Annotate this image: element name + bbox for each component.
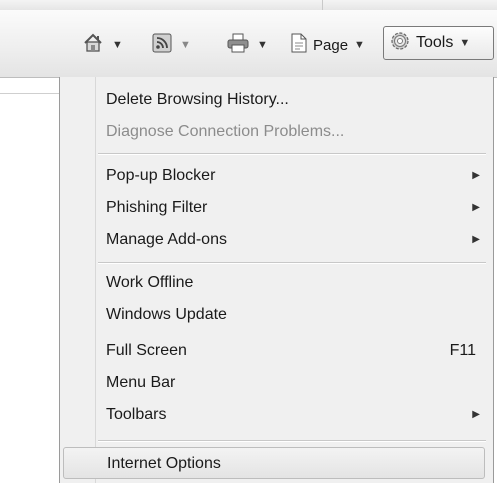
menu-item-label: Delete Browsing History... <box>106 91 289 108</box>
page-divider <box>0 93 60 94</box>
menu-item-internet-options[interactable]: Internet Options <box>63 447 485 479</box>
submenu-arrow-icon: ▶ <box>472 409 480 420</box>
shortcut-label: F11 <box>449 342 476 359</box>
chevron-down-icon[interactable]: ▼ <box>354 39 365 51</box>
chevron-down-icon[interactable]: ▼ <box>112 39 123 51</box>
feeds-button[interactable]: ▼ <box>152 32 191 58</box>
feeds-icon <box>152 33 172 58</box>
page-icon <box>290 33 308 57</box>
page-menu-label: Page <box>313 36 349 54</box>
chevron-down-icon[interactable]: ▼ <box>180 39 191 51</box>
menu-item-phishing-filter[interactable]: Phishing Filter ▶ <box>106 192 486 224</box>
page-content-area <box>0 78 60 483</box>
submenu-arrow-icon: ▶ <box>472 234 480 245</box>
menu-item-full-screen[interactable]: Full Screen F11 <box>106 335 486 367</box>
menu-item-label: Work Offline <box>106 274 194 291</box>
menu-item-toolbars[interactable]: Toolbars ▶ <box>106 399 486 431</box>
submenu-arrow-icon: ▶ <box>472 202 480 213</box>
menu-item-windows-update[interactable]: Windows Update <box>106 299 486 331</box>
tools-dropdown-menu: Delete Browsing History... Diagnose Conn… <box>59 77 494 483</box>
menu-item-label: Manage Add-ons <box>106 231 227 248</box>
gear-icon <box>389 30 411 57</box>
menu-item-popup-blocker[interactable]: Pop-up Blocker ▶ <box>106 160 486 192</box>
menu-item-label: Full Screen <box>106 342 187 359</box>
home-button[interactable]: ▼ <box>82 32 123 58</box>
chevron-down-icon[interactable]: ▼ <box>459 37 470 49</box>
menu-item-label: Menu Bar <box>106 374 176 391</box>
home-icon <box>82 32 104 59</box>
menu-item-label: Diagnose Connection Problems... <box>106 123 345 140</box>
menu-item-label: Windows Update <box>106 306 227 323</box>
menu-separator <box>98 153 486 155</box>
menu-separator <box>98 262 486 264</box>
command-bar: ▼ ▼ ▼ Page ▼ Tools ▼ <box>0 10 497 78</box>
menu-item-label: Toolbars <box>106 406 167 423</box>
tools-menu-button[interactable]: Tools ▼ <box>383 26 494 60</box>
menu-item-diagnose-connection-problems: Diagnose Connection Problems... <box>106 116 486 148</box>
print-button[interactable]: ▼ <box>227 32 268 58</box>
menu-item-label: Pop-up Blocker <box>106 167 216 184</box>
menu-icon-gutter <box>95 77 96 483</box>
print-icon <box>227 33 249 58</box>
menu-item-label: Phishing Filter <box>106 199 208 216</box>
menu-item-manage-addons[interactable]: Manage Add-ons ▶ <box>106 224 486 256</box>
menu-item-work-offline[interactable]: Work Offline <box>106 267 486 299</box>
tab-divider <box>322 0 323 10</box>
chevron-down-icon[interactable]: ▼ <box>257 39 268 51</box>
page-menu-button[interactable]: Page ▼ <box>290 32 365 58</box>
menu-item-delete-browsing-history[interactable]: Delete Browsing History... <box>106 84 486 116</box>
menu-item-label: Internet Options <box>107 455 221 472</box>
tools-menu-label: Tools <box>416 34 454 51</box>
submenu-arrow-icon: ▶ <box>472 170 480 181</box>
menu-separator <box>98 440 486 442</box>
menu-item-menu-bar[interactable]: Menu Bar <box>106 367 486 399</box>
